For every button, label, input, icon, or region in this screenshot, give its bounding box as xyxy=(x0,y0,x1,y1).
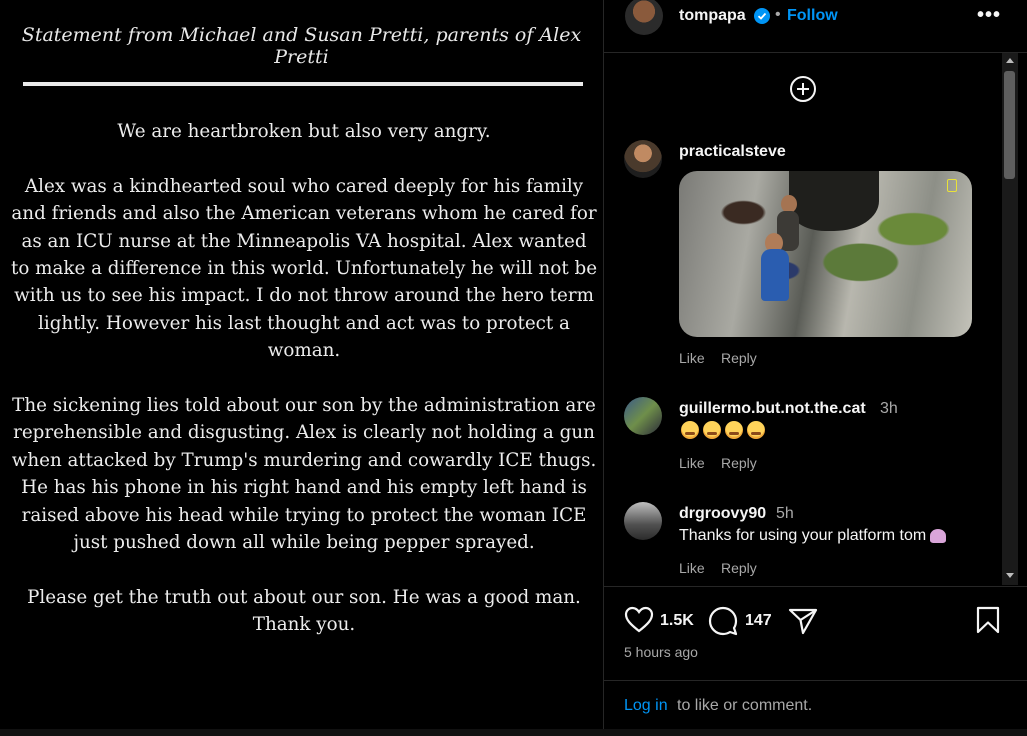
image-divider xyxy=(23,82,583,86)
login-prompt: Log in to like or comment. xyxy=(604,680,1027,731)
comment-count[interactable]: 147 xyxy=(745,612,772,630)
commenter-avatar[interactable] xyxy=(624,502,662,540)
gif-sticker-icon xyxy=(947,179,957,192)
like-comment-button[interactable]: Like xyxy=(679,455,705,471)
gif-cave xyxy=(789,171,879,231)
scroll-down-arrow-icon[interactable] xyxy=(1006,573,1014,578)
reply-comment-button[interactable]: Reply xyxy=(721,560,757,576)
bottom-edge xyxy=(0,729,1027,736)
commenter-avatar[interactable] xyxy=(624,140,662,178)
image-body: We are heartbroken but also very angry. … xyxy=(10,118,598,666)
post-actions: 1.5K 147 5 hours ago Log in to like or c… xyxy=(604,586,1027,730)
post-timestamp: 5 hours ago xyxy=(624,644,698,660)
login-link[interactable]: Log in xyxy=(624,697,668,715)
comments-scrollbar[interactable] xyxy=(1002,53,1018,585)
comment-time: 5h xyxy=(776,505,794,522)
save-bookmark-icon[interactable] xyxy=(976,606,1000,634)
author-avatar[interactable] xyxy=(625,0,663,35)
post-sidebar: tompapa • Follow ••• practicalsteve Like… xyxy=(604,0,1027,729)
image-paragraph-4: Please get the truth out about our son. … xyxy=(27,586,581,636)
image-paragraph-3: The sickening lies told about our son by… xyxy=(11,395,597,554)
comment-text: Thanks for using your platform tom xyxy=(679,527,927,544)
comment-username[interactable]: practicalsteve xyxy=(679,143,786,161)
verified-badge-icon xyxy=(754,8,770,24)
flushed-face-icon xyxy=(747,421,765,439)
heart-icon[interactable] xyxy=(624,606,654,634)
like-count[interactable]: 1.5K xyxy=(660,612,694,630)
comment-gif[interactable] xyxy=(679,171,972,337)
like-comment-button[interactable]: Like xyxy=(679,560,705,576)
reply-comment-button[interactable]: Reply xyxy=(721,350,757,366)
like-comment-button[interactable]: Like xyxy=(679,350,705,366)
commenter-avatar[interactable] xyxy=(624,397,662,435)
follow-button[interactable]: Follow xyxy=(787,7,838,25)
reply-comment-button[interactable]: Reply xyxy=(721,455,757,471)
image-paragraph-2: Alex was a kindhearted soul who cared de… xyxy=(10,175,598,362)
post-header: tompapa • Follow ••• xyxy=(604,0,1027,53)
comment-emojis xyxy=(681,421,769,439)
post-image: Statement from Michael and Susan Pretti,… xyxy=(0,0,604,729)
image-paragraph-1: We are heartbroken but also very angry. xyxy=(117,121,491,142)
comment-username[interactable]: guillermo.but.not.the.cat xyxy=(679,400,866,418)
author-username[interactable]: tompapa xyxy=(679,7,746,25)
flushed-face-icon xyxy=(703,421,721,439)
more-options-icon[interactable]: ••• xyxy=(977,4,1001,27)
flushed-face-icon xyxy=(725,421,743,439)
load-more-comments-icon[interactable] xyxy=(789,75,817,103)
scroll-up-arrow-icon[interactable] xyxy=(1006,58,1014,63)
comment-time: 3h xyxy=(880,400,898,417)
scrollbar-thumb[interactable] xyxy=(1004,71,1015,179)
login-prompt-text: to like or comment. xyxy=(677,697,813,714)
comment-text-row: Thanks for using your platform tom xyxy=(679,527,947,545)
folded-hands-icon xyxy=(930,528,947,543)
gif-person xyxy=(761,249,789,301)
comments-list: practicalsteve Like Reply guillermo.but.… xyxy=(604,53,1000,585)
comment-icon[interactable] xyxy=(708,606,738,636)
image-title: Statement from Michael and Susan Pretti,… xyxy=(21,24,582,68)
flushed-face-icon xyxy=(681,421,699,439)
share-icon[interactable] xyxy=(788,607,818,635)
comment-username[interactable]: drgroovy90 xyxy=(679,505,766,523)
header-separator: • xyxy=(775,6,781,23)
